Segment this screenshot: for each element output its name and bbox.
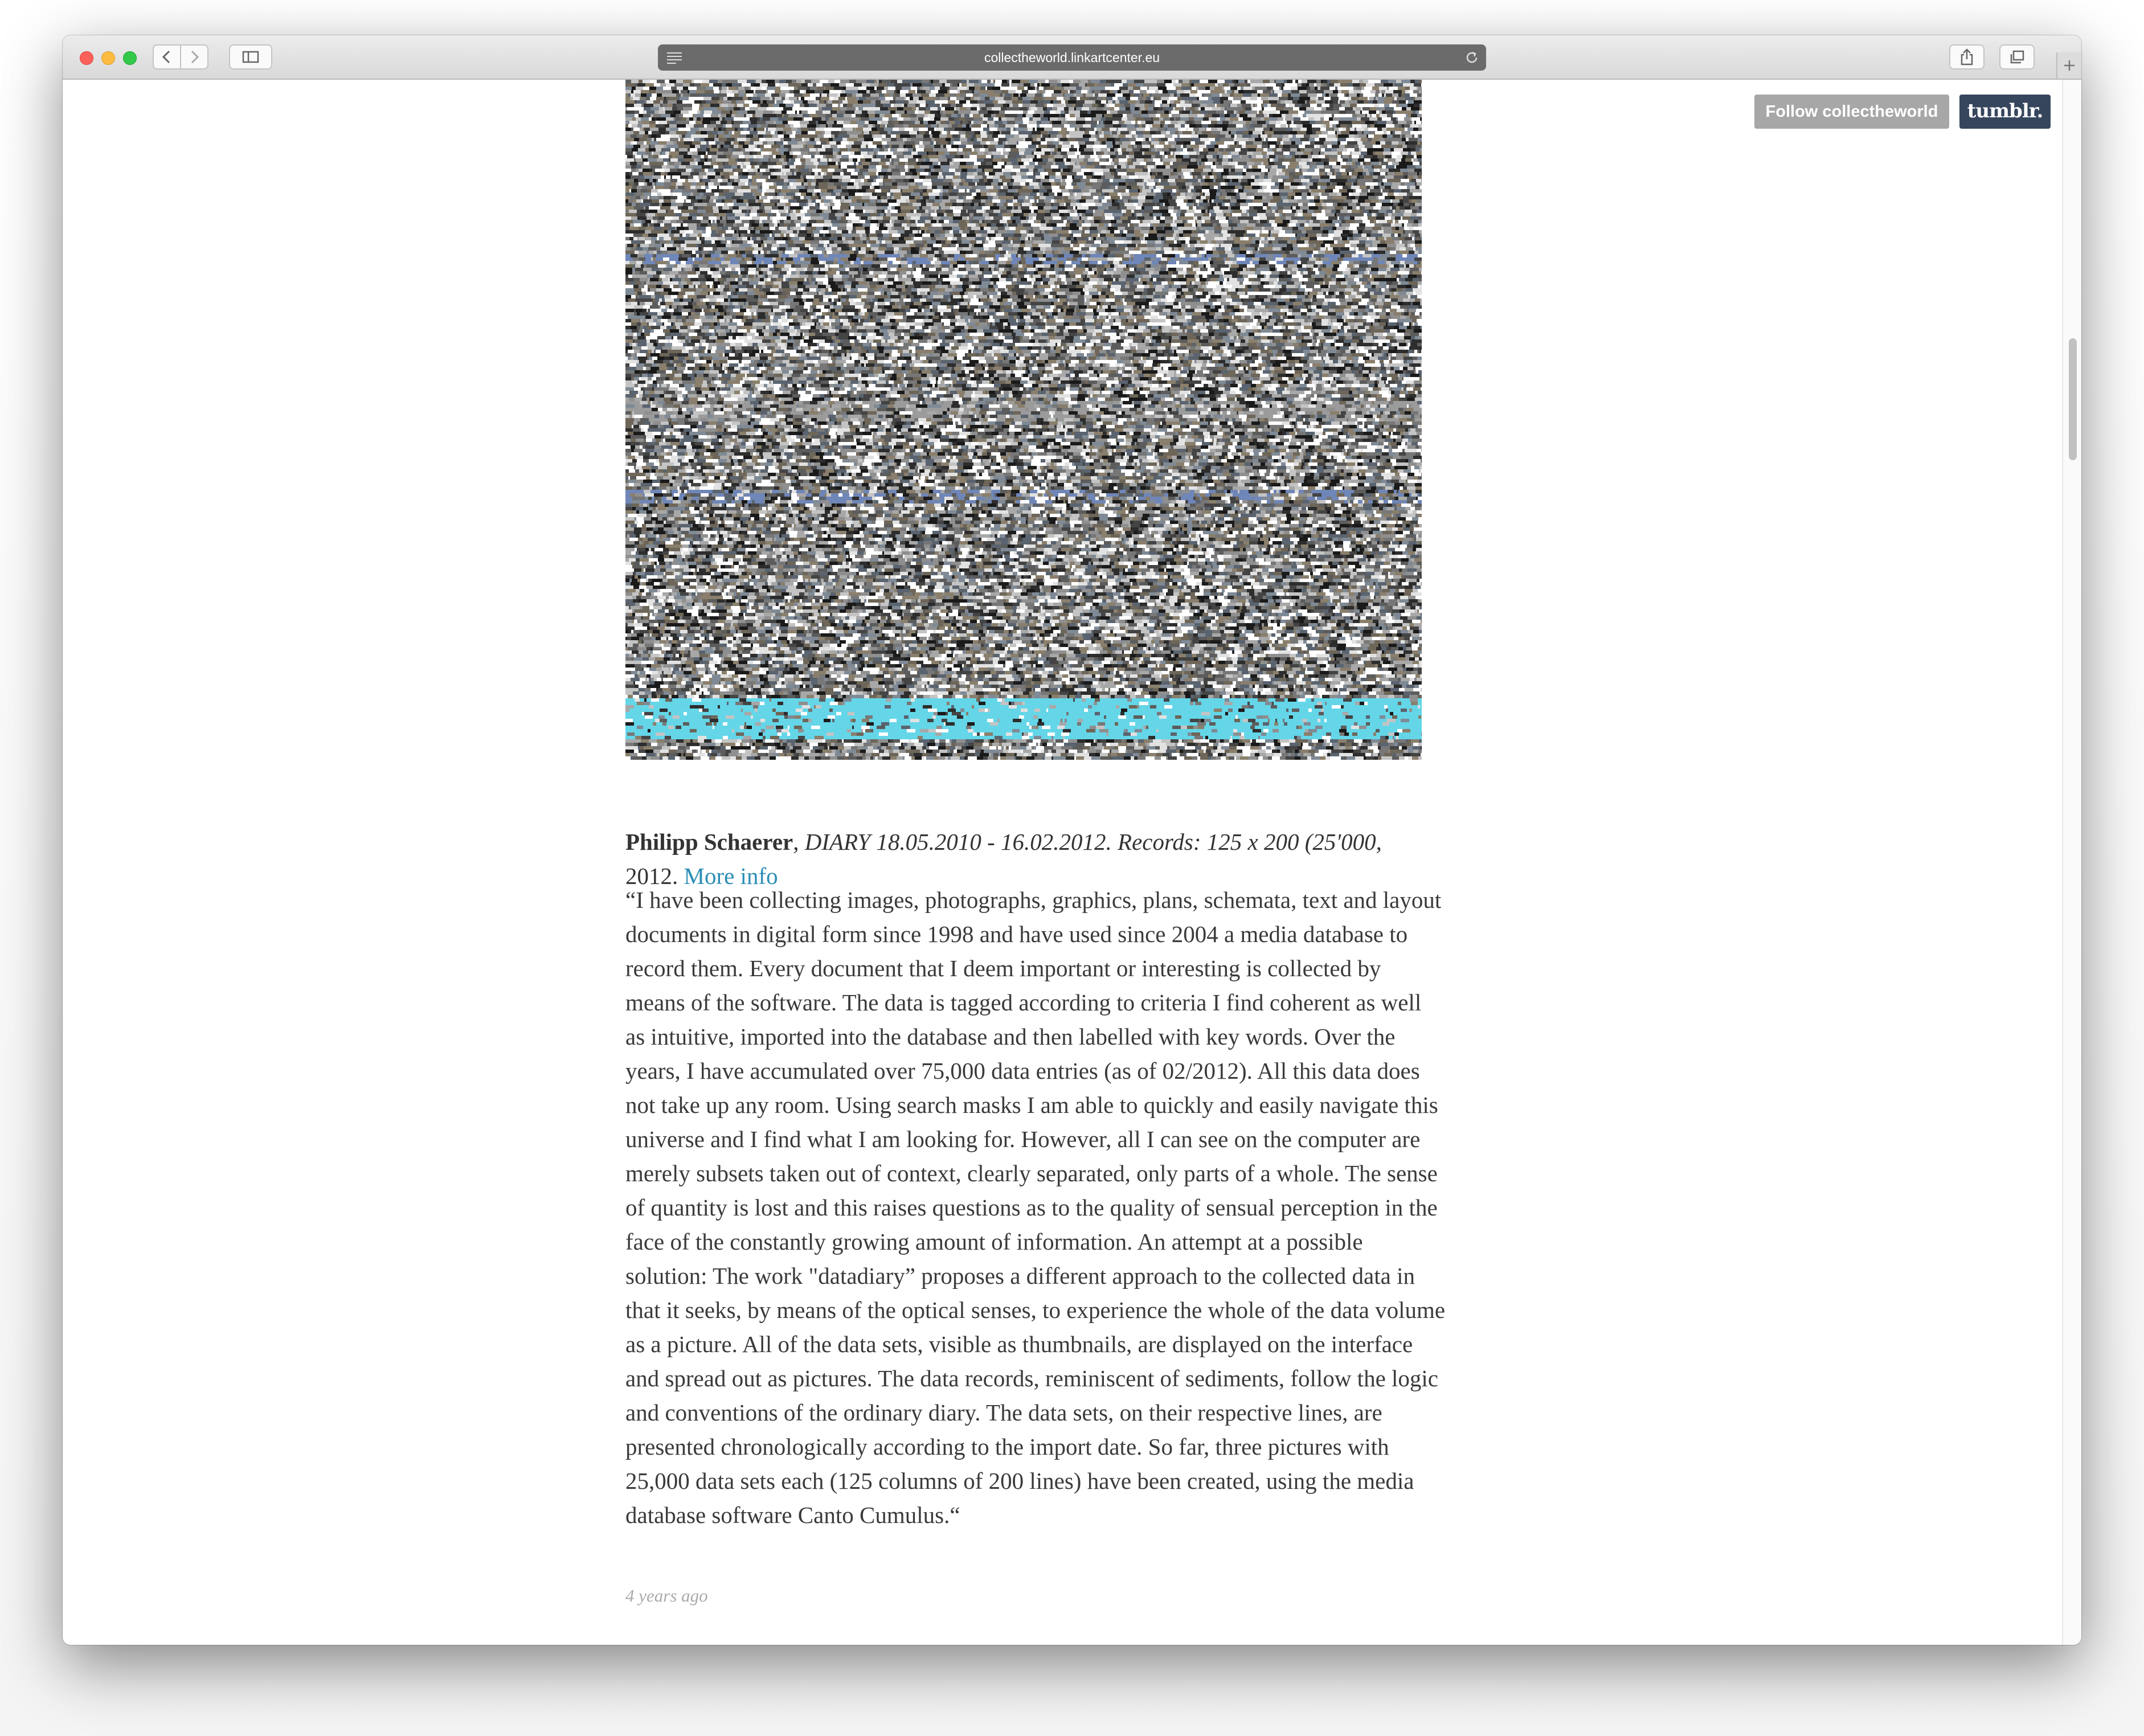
post-quote: “I have been collecting images, photogra… (625, 883, 1514, 1532)
share-button[interactable] (1949, 44, 1985, 69)
quote-line: and conventions of the ordinary diary. T… (625, 1395, 1514, 1430)
quote-line: merely subsets taken out of context, cle… (625, 1156, 1514, 1190)
artist-name: Philipp Schaerer (625, 829, 793, 855)
quote-line: record them. Every document that I deem … (625, 951, 1514, 985)
quote-line: “I have been collecting images, photogra… (625, 883, 1514, 917)
caption-separator: , (793, 829, 805, 855)
quote-line: that it seeks, by means of the optical s… (625, 1293, 1514, 1327)
quote-line: years, I have accumulated over 75,000 da… (625, 1054, 1514, 1088)
plus-icon (2064, 60, 2075, 71)
quote-line: database software Canto Cumulus.“ (625, 1498, 1514, 1532)
quote-line: not take up any room. Using search masks… (625, 1088, 1514, 1122)
forward-button[interactable] (180, 44, 208, 69)
tabs-button[interactable] (1999, 44, 2035, 69)
chevron-right-icon (191, 50, 199, 64)
datadiary-artwork (625, 80, 1422, 760)
quote-line: of quantity is lost and this raises ques… (625, 1190, 1514, 1225)
quote-line: and spread out as pictures. The data rec… (625, 1361, 1514, 1395)
zoom-window-button[interactable] (123, 51, 137, 65)
browser-window: collectheworld.linkartcenter.eu Follow c… (63, 35, 2081, 1645)
quote-line: solution: The work "datadiary” proposes … (625, 1259, 1514, 1293)
close-window-button[interactable] (80, 51, 93, 65)
new-tab-button[interactable] (2056, 52, 2081, 79)
quote-line: 25,000 data sets each (125 columns of 20… (625, 1464, 1514, 1498)
post-timestamp[interactable]: 4 years ago (625, 1586, 708, 1606)
reload-icon[interactable] (1464, 50, 1479, 65)
follow-button[interactable]: Follow collectheworld (1754, 95, 1949, 129)
page-content: Follow collectheworld tumblr. Philipp Sc… (63, 80, 2062, 1645)
minimize-window-button[interactable] (101, 51, 115, 65)
share-icon (1961, 48, 1973, 65)
title-bar: collectheworld.linkartcenter.eu (63, 35, 2081, 80)
quote-line: universe and I find what I am looking fo… (625, 1122, 1514, 1156)
quote-line: as a picture. All of the data sets, visi… (625, 1327, 1514, 1361)
url-text[interactable]: collectheworld.linkartcenter.eu (658, 44, 1486, 71)
quote-line: presented chronologically according to t… (625, 1430, 1514, 1464)
quote-line: face of the constantly growing amount of… (625, 1225, 1514, 1259)
vertical-scrollbar[interactable] (2062, 80, 2081, 1645)
address-bar[interactable]: collectheworld.linkartcenter.eu (658, 44, 1486, 71)
sidebar-button[interactable] (229, 44, 272, 69)
chevron-left-icon (162, 50, 170, 64)
tumblr-logo-button[interactable]: tumblr. (1959, 95, 2051, 129)
tabs-icon (2010, 50, 2024, 64)
post-image (625, 80, 1422, 760)
scrollbar-thumb[interactable] (2069, 338, 2077, 460)
quote-line: means of the software. The data is tagge… (625, 985, 1514, 1020)
sidebar-icon (242, 51, 259, 63)
quote-line: documents in digital form since 1998 and… (625, 917, 1514, 951)
artwork-title: DIARY 18.05.2010 - 16.02.2012. Records: … (805, 829, 1382, 855)
back-button[interactable] (153, 44, 181, 69)
quote-line: as intuitive, imported into the database… (625, 1020, 1514, 1054)
